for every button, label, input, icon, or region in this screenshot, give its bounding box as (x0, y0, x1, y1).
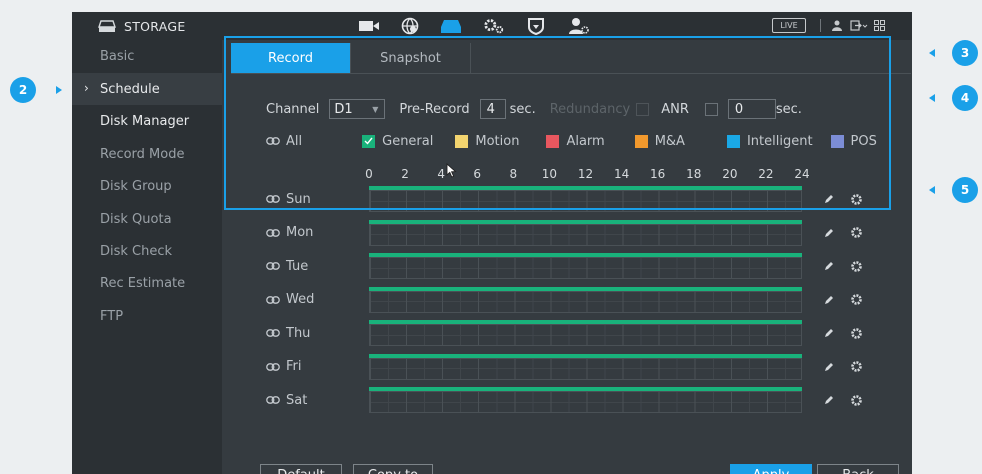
edit-button[interactable] (822, 259, 836, 273)
edit-button[interactable] (822, 326, 836, 340)
sidebar-item-record-mode[interactable]: Record Mode (72, 138, 222, 170)
time-grid[interactable] (369, 290, 802, 313)
timeline-mon[interactable] (369, 219, 802, 246)
timeline-fri[interactable] (369, 353, 802, 380)
camera-icon[interactable] (358, 16, 380, 36)
link-icon (266, 262, 280, 270)
callout-3: 3 (952, 40, 978, 66)
pencil-icon (825, 329, 833, 337)
link-icon (266, 329, 280, 337)
link-icon (266, 362, 280, 371)
shield-icon[interactable] (525, 16, 547, 36)
chevron-right-icon: › (84, 81, 89, 95)
gear-icon (850, 227, 862, 238)
edit-button[interactable] (822, 393, 836, 407)
default-button[interactable]: Default (260, 464, 342, 474)
day-label-wed[interactable]: Wed (266, 291, 314, 309)
live-button[interactable]: LIVE (772, 18, 806, 33)
sidebar-item-disk-check[interactable]: Disk Check (72, 235, 222, 267)
pointer-right-icon (56, 86, 62, 94)
sidebar-item-schedule[interactable]: › Schedule (72, 73, 222, 105)
day-label-mon[interactable]: Mon (266, 224, 313, 242)
sidebar-item-basic[interactable]: Basic (72, 40, 222, 72)
edit-button[interactable] (822, 293, 836, 307)
period-settings-button[interactable] (849, 326, 863, 340)
pencil-icon (825, 295, 833, 304)
period-settings-button[interactable] (849, 226, 863, 240)
link-icon (266, 396, 280, 404)
highlight-frame (224, 36, 891, 210)
period-settings-button[interactable] (849, 360, 863, 374)
logout-icon[interactable] (850, 19, 868, 32)
gear-icon (850, 394, 862, 406)
network-icon[interactable] (399, 16, 421, 36)
page-title: STORAGE (98, 18, 186, 34)
pointer-left-icon (929, 49, 935, 57)
user-icon[interactable] (832, 19, 842, 32)
timeline-sat[interactable] (369, 387, 802, 413)
gear-icon (850, 361, 862, 372)
edit-button[interactable] (822, 360, 836, 374)
gear-icon (850, 260, 862, 272)
sidebar-item-disk-group[interactable]: Disk Group (72, 170, 222, 202)
link-icon (266, 228, 280, 237)
time-grid[interactable] (369, 357, 802, 380)
storage-icon (98, 19, 116, 32)
sidebar-item-disk-manager[interactable]: Disk Manager (72, 105, 222, 137)
time-grid[interactable] (369, 223, 802, 246)
sidebar-item-ftp[interactable]: FTP (72, 300, 222, 332)
separator (820, 19, 821, 32)
day-label-tue[interactable]: Tue (266, 257, 308, 275)
gear-icon (850, 294, 862, 305)
time-grid[interactable] (369, 391, 802, 413)
account-icon[interactable] (568, 16, 590, 36)
copy-to-button[interactable]: Copy to (353, 464, 433, 474)
period-settings-button[interactable] (849, 293, 863, 307)
callout-2: 2 (10, 77, 36, 103)
timeline-tue[interactable] (369, 253, 802, 279)
time-grid[interactable] (369, 324, 802, 346)
timeline-thu[interactable] (369, 320, 802, 346)
sidebar-item-rec-estimate[interactable]: Rec Estimate (72, 267, 222, 299)
page-title-text: STORAGE (124, 18, 186, 34)
pencil-icon (825, 228, 833, 237)
pencil-icon (825, 396, 833, 404)
callout-4: 4 (952, 85, 978, 111)
gear-icon (850, 327, 862, 339)
period-settings-button[interactable] (849, 259, 863, 273)
edit-button[interactable] (822, 226, 836, 240)
grid-menu-icon[interactable] (874, 19, 885, 32)
settings-icon[interactable] (483, 16, 505, 36)
day-label-thu[interactable]: Thu (266, 324, 310, 342)
pencil-icon (825, 362, 833, 371)
back-button[interactable]: Back (817, 464, 899, 474)
day-label-fri[interactable]: Fri (266, 358, 302, 376)
callout-5: 5 (952, 177, 978, 203)
day-label-sat[interactable]: Sat (266, 391, 307, 409)
storage-icon[interactable] (440, 16, 462, 36)
apply-button[interactable]: Apply (730, 464, 812, 474)
timeline-wed[interactable] (369, 286, 802, 313)
link-icon (266, 295, 280, 304)
pencil-icon (825, 262, 833, 270)
pointer-left-icon (929, 94, 935, 102)
pointer-left-icon (929, 186, 935, 194)
time-grid[interactable] (369, 257, 802, 279)
period-settings-button[interactable] (849, 393, 863, 407)
sidebar-item-disk-quota[interactable]: Disk Quota (72, 203, 222, 235)
sidebar: Basic › Schedule Disk Manager Record Mod… (72, 40, 222, 474)
